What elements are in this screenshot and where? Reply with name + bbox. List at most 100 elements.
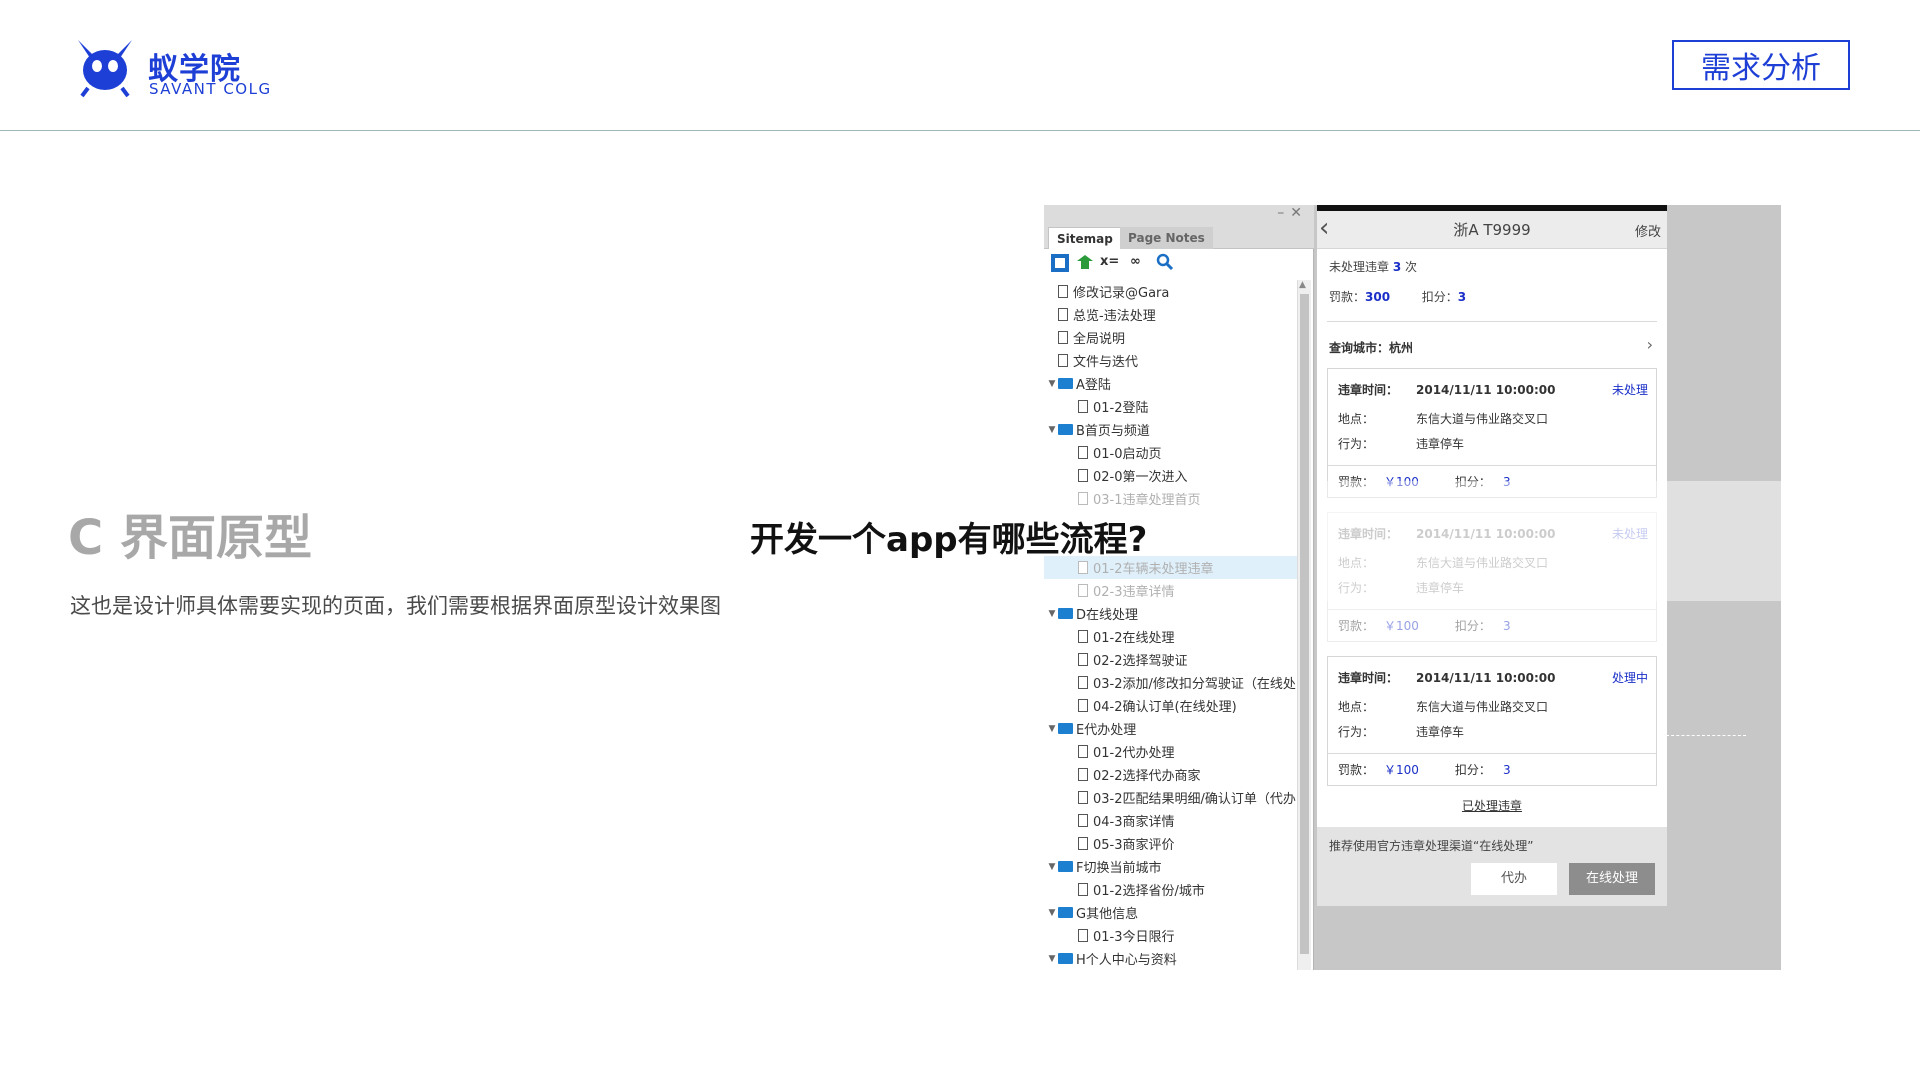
edit-button[interactable]: 修改 xyxy=(1635,221,1661,240)
expand-caret-icon[interactable]: ▼ xyxy=(1046,862,1058,872)
sitemap-folder[interactable]: ▼ H个人中心与资料 xyxy=(1044,947,1300,970)
sitemap-item-label: E代办处理 xyxy=(1076,723,1137,738)
logo-english-text: SAVANT COLG xyxy=(149,80,272,98)
violation-fine-row: 罚款： ￥100 扣分： 3 xyxy=(1338,761,1511,778)
unprocessed-count: 3 xyxy=(1392,260,1402,274)
expand-caret-icon[interactable]: ▼ xyxy=(1046,379,1058,389)
agent-button[interactable]: 代办 xyxy=(1471,863,1557,895)
expand-caret-icon[interactable]: ▼ xyxy=(1046,908,1058,918)
card-divider xyxy=(1328,753,1656,754)
scrollbar-thumb[interactable] xyxy=(1300,294,1309,954)
sitemap-page[interactable]: 修改记录@Gara xyxy=(1044,280,1300,303)
sitemap-page[interactable]: 全局说明 xyxy=(1044,326,1300,349)
time-label: 违章时间： xyxy=(1338,383,1399,397)
sitemap-page[interactable]: 03-1违章处理首页 xyxy=(1044,487,1300,510)
sitemap-folder[interactable]: ▼ G其他信息 xyxy=(1044,901,1300,924)
sitemap-page[interactable]: 03-2匹配结果明细/确认订单（代办 xyxy=(1044,786,1300,809)
fine-label: 罚款： xyxy=(1338,619,1375,633)
page-icon xyxy=(1058,308,1068,321)
page-icon xyxy=(1078,653,1088,666)
page-icon xyxy=(1078,699,1088,712)
sitemap-item-label: 01-3今日限行 xyxy=(1093,930,1175,945)
sitemap-page[interactable]: 01-2在线处理 xyxy=(1044,625,1300,648)
sitemap-page[interactable]: 01-0启动页 xyxy=(1044,441,1300,464)
sitemap-item-label: 01-2选择省份/城市 xyxy=(1093,884,1205,899)
folder-icon xyxy=(1058,608,1073,619)
sitemap-page[interactable]: 02-2选择驾驶证 xyxy=(1044,648,1300,671)
violation-place: 东信大道与伟业路交叉口 xyxy=(1416,412,1549,426)
sitemap-page[interactable]: 01-3今日限行 xyxy=(1044,924,1300,947)
sitemap-page[interactable]: 文件与迭代 xyxy=(1044,349,1300,372)
query-city[interactable]: 查询城市：杭州 xyxy=(1329,339,1413,356)
sitemap-folder[interactable]: ▼ B首页与频道 xyxy=(1044,418,1300,441)
fine-summary: 罚款：300 扣分：3 xyxy=(1329,288,1466,305)
sitemap-page[interactable]: 05-3商家评价 xyxy=(1044,832,1300,855)
status-badge: 处理中 xyxy=(1611,671,1648,685)
window-controls[interactable]: –✕ xyxy=(1277,205,1308,221)
expand-caret-icon[interactable]: ▼ xyxy=(1046,724,1058,734)
section-tag: 需求分析 xyxy=(1672,40,1850,90)
processed-violations-link[interactable]: 已处理违章 xyxy=(1317,797,1667,814)
fine-label: 罚款： xyxy=(1329,290,1366,304)
fine-total: 300 xyxy=(1365,290,1391,304)
violation-card[interactable]: 违章时间： 2014/11/11 10:00:00 处理中 地点： 东信大道与伟业路交叉… xyxy=(1327,656,1657,786)
violation-place: 东信大道与伟业路交叉口 xyxy=(1416,700,1549,714)
fine-label: 罚款： xyxy=(1338,763,1375,777)
online-process-button[interactable]: 在线处理 xyxy=(1569,863,1655,895)
violation-time: 2014/11/11 10:00:00 xyxy=(1416,671,1556,685)
sitemap-page[interactable]: 04-2确认订单(在线处理) xyxy=(1044,694,1300,717)
sitemap-scrollbar[interactable]: ▲ xyxy=(1297,280,1311,970)
sitemap-item-label: 02-0第一次进入 xyxy=(1093,470,1188,485)
scroll-up-icon[interactable]: ▲ xyxy=(1299,280,1306,290)
divider xyxy=(1327,321,1657,322)
violation-card[interactable]: 违章时间： 2014/11/11 10:00:00 未处理 地点： 东信大道与伟业路交叉… xyxy=(1327,368,1657,498)
sitemap-item-label: H个人中心与资料 xyxy=(1076,953,1177,968)
page-icon xyxy=(1078,561,1088,574)
sitemap-page[interactable]: 总览-违法处理 xyxy=(1044,303,1300,326)
link-icon[interactable]: ∞ xyxy=(1130,254,1141,269)
search-icon[interactable] xyxy=(1156,253,1174,271)
sitemap-folder[interactable]: ▼ A登陆 xyxy=(1044,372,1300,395)
page-icon xyxy=(1058,331,1068,344)
add-page-icon[interactable] xyxy=(1076,253,1094,271)
sitemap-page[interactable]: 02-3违章详情 xyxy=(1044,579,1300,602)
sitemap-page[interactable]: 01-2登陆 xyxy=(1044,395,1300,418)
violation-act: 违章停车 xyxy=(1416,437,1465,451)
sitemap-item-label: 修改记录@Gara xyxy=(1073,286,1170,301)
violation-fine-row: 罚款： ￥100 扣分： 3 xyxy=(1338,617,1511,634)
expand-caret-icon[interactable]: ▼ xyxy=(1046,609,1058,619)
violation-place-row: 地点： 东信大道与伟业路交叉口 xyxy=(1338,410,1548,427)
sitemap-tree: 修改记录@Gara 总览-违法处理 全局说明 文件与迭代 ▼ A登陆 01-2登陆 ▼ B首页与… xyxy=(1044,280,1300,970)
sitemap-page[interactable]: 02-0第一次进入 xyxy=(1044,464,1300,487)
sitemap-panel: –✕ Sitemap Page Notes x= ∞ 修改记录@Gara 总览-违… xyxy=(1044,205,1314,970)
sitemap-folder[interactable]: ▼ F切换当前城市 xyxy=(1044,855,1300,878)
sitemap-page[interactable]: 04-3商家详情 xyxy=(1044,809,1300,832)
sitemap-page[interactable]: 02-2选择代办商家 xyxy=(1044,763,1300,786)
page-icon xyxy=(1058,285,1068,298)
chevron-right-icon[interactable]: › xyxy=(1647,335,1653,354)
times-unit: 次 xyxy=(1405,260,1418,274)
place-label: 地点： xyxy=(1338,412,1375,426)
act-label: 行为： xyxy=(1338,725,1375,739)
sitemap-folder[interactable]: ▼ D在线处理 xyxy=(1044,602,1300,625)
brand-logo: 蚁学院 SAVANT COLG xyxy=(70,34,290,98)
folder-icon xyxy=(1058,953,1073,964)
sitemap-item-label: 01-2登陆 xyxy=(1093,401,1149,416)
tab-page-notes[interactable]: Page Notes xyxy=(1120,227,1213,249)
unprocessed-label: 未处理违章 xyxy=(1329,260,1390,274)
expand-caret-icon[interactable]: ▼ xyxy=(1046,954,1058,964)
points-total: 3 xyxy=(1457,290,1467,304)
tab-sitemap[interactable]: Sitemap xyxy=(1048,227,1122,249)
sitemap-page[interactable]: 01-2代办处理 xyxy=(1044,740,1300,763)
sitemap-item-label: F切换当前城市 xyxy=(1076,861,1162,876)
expand-caret-icon[interactable]: ▼ xyxy=(1046,425,1058,435)
sitemap-page-icon[interactable] xyxy=(1050,253,1070,273)
sitemap-page[interactable]: 01-2选择省份/城市 xyxy=(1044,878,1300,901)
sitemap-item-label: 01-0启动页 xyxy=(1093,447,1162,462)
unprocessed-summary: 未处理违章 3 次 xyxy=(1329,258,1417,275)
sitemap-folder[interactable]: ▼ E代办处理 xyxy=(1044,717,1300,740)
sitemap-page[interactable]: 03-2添加/修改扣分驾驶证（在线处 xyxy=(1044,671,1300,694)
expression-tool[interactable]: x= xyxy=(1100,254,1119,269)
page-icon xyxy=(1078,630,1088,643)
sitemap-item-label: 02-2选择驾驶证 xyxy=(1093,654,1188,669)
